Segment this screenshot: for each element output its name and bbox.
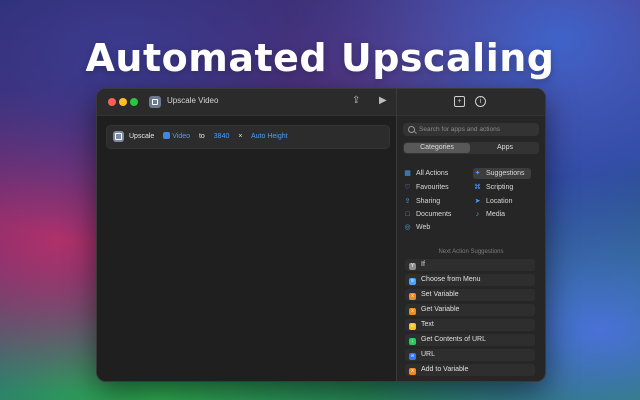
shortcuts-window: Upscale Video ⇪ ▶ Upscale Video to 3840 … xyxy=(96,88,546,382)
info-icon[interactable]: i xyxy=(475,96,486,107)
share-icon: ⇪ xyxy=(404,198,411,205)
tab-categories[interactable]: Categories xyxy=(404,143,470,153)
upscale-action-card[interactable]: Upscale Video to 3840 × Auto Height xyxy=(106,125,390,149)
titlebar: Upscale Video ⇪ ▶ xyxy=(97,89,396,116)
download-icon: ↓ xyxy=(409,338,416,345)
category-documents[interactable]: □ Documents xyxy=(403,209,451,220)
video-variable-icon xyxy=(163,132,171,139)
library-toolbar: + i xyxy=(397,89,545,116)
category-sharing[interactable]: ⇪ Sharing xyxy=(403,196,441,207)
suggestion-get-contents-of-url[interactable]: ↓ Get Contents of URL xyxy=(405,334,535,346)
category-segmented-control: Categories Apps xyxy=(403,142,539,154)
times-label: × xyxy=(238,133,243,140)
heart-icon: ♡ xyxy=(404,184,411,191)
play-icon[interactable]: ▶ xyxy=(379,94,387,108)
suggestion-get-variable[interactable]: x Get Variable xyxy=(405,304,535,316)
script-icon: ⌘ xyxy=(474,184,481,191)
compass-icon: ◎ xyxy=(404,224,411,231)
width-token[interactable]: 3840 xyxy=(214,133,230,140)
sparkle-icon: ✦ xyxy=(474,170,481,177)
editor-pane: Upscale Video ⇪ ▶ Upscale Video to 3840 … xyxy=(97,89,397,381)
suggestion-url[interactable]: ∞ URL xyxy=(405,349,535,361)
search-placeholder: Search for apps and actions xyxy=(419,126,500,133)
action-library-pane: + i Search for apps and actions Categori… xyxy=(397,89,545,381)
menu-icon: ≡ xyxy=(409,278,416,285)
document-icon: □ xyxy=(405,211,410,218)
library-icon[interactable]: + xyxy=(454,96,465,107)
if-icon: Y xyxy=(409,263,416,270)
grid-icon: ▦ xyxy=(404,170,411,177)
variable-icon: x xyxy=(409,368,416,375)
close-button[interactable] xyxy=(108,98,116,106)
video-token[interactable]: Video xyxy=(163,132,190,140)
category-media[interactable]: ♪ Media xyxy=(473,209,505,220)
link-icon: ∞ xyxy=(409,353,416,360)
music-note-icon: ♪ xyxy=(475,211,480,218)
suggestions-header: Next Action Suggestions xyxy=(438,249,504,255)
window-title[interactable]: Upscale Video xyxy=(167,96,218,105)
upscale-action-icon xyxy=(113,131,124,142)
category-favourites[interactable]: ♡ Favourites xyxy=(403,182,448,193)
text-icon: ≡ xyxy=(409,323,416,330)
suggestion-if[interactable]: Y If xyxy=(405,259,535,271)
variable-icon: x xyxy=(409,308,416,315)
suggestion-set-variable[interactable]: x Set Variable xyxy=(405,289,535,301)
category-suggestions[interactable]: ✦ Suggestions xyxy=(473,168,531,179)
suggestion-text[interactable]: ≡ Text xyxy=(405,319,535,331)
suggestion-choose-from-menu[interactable]: ≡ Choose from Menu xyxy=(405,274,535,286)
minimize-button[interactable] xyxy=(119,98,127,106)
shortcut-icon[interactable] xyxy=(149,96,161,108)
search-input[interactable]: Search for apps and actions xyxy=(403,123,539,136)
variable-icon: x xyxy=(409,293,416,300)
headline: Automated Upscaling xyxy=(85,36,555,80)
action-verb: Upscale xyxy=(129,133,155,140)
location-arrow-icon: ➤ xyxy=(474,198,481,205)
height-token[interactable]: Auto Height xyxy=(251,133,288,140)
tab-apps[interactable]: Apps xyxy=(472,143,538,153)
to-label: to xyxy=(198,133,205,140)
share-icon[interactable]: ⇪ xyxy=(352,94,360,108)
search-icon xyxy=(408,126,415,133)
suggestion-add-to-variable[interactable]: x Add to Variable xyxy=(405,364,535,376)
category-scripting[interactable]: ⌘ Scripting xyxy=(473,182,513,193)
category-location[interactable]: ➤ Location xyxy=(473,196,513,207)
category-web[interactable]: ◎ Web xyxy=(403,222,430,233)
category-all-actions[interactable]: ▦ All Actions xyxy=(403,168,448,179)
action-sentence: Upscale Video to 3840 × Auto Height xyxy=(129,132,295,140)
zoom-button[interactable] xyxy=(130,98,138,106)
